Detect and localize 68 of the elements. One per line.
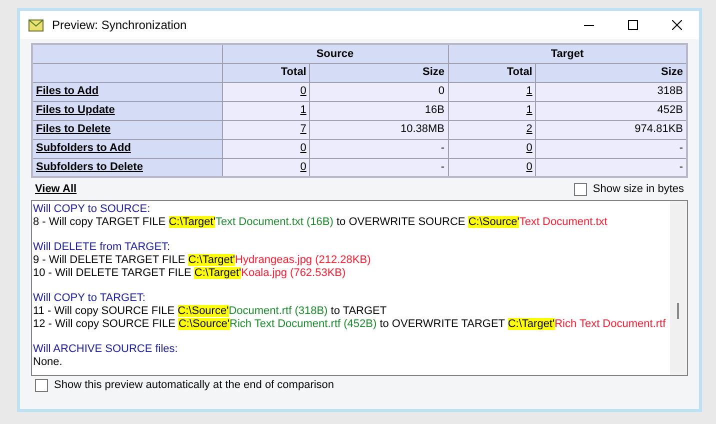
table-cell[interactable]: 0 xyxy=(222,139,310,158)
row-link[interactable]: Subfolders to Delete xyxy=(36,161,143,173)
row-link[interactable]: Files to Add xyxy=(36,85,99,98)
file-name: Rich Text Document.rtf xyxy=(554,318,666,330)
column-header: Total xyxy=(222,63,310,82)
log-text: None. xyxy=(33,356,62,368)
log-text: to OVERWRITE SOURCE xyxy=(335,216,466,228)
table-cell: 10.38MB xyxy=(310,120,448,139)
column-header: Total xyxy=(448,63,536,82)
log-text: 9 - Will DELETE TARGET FILE xyxy=(33,254,186,266)
group-header: Source xyxy=(222,44,448,63)
checkbox-label: Show this preview automatically at the end of comparison xyxy=(54,378,334,393)
file-name: Rich Text Document.rtf (452B) xyxy=(230,318,377,330)
table-cell[interactable]: 1 xyxy=(448,101,536,120)
log-text: 12 - Will copy SOURCE FILE xyxy=(33,318,176,330)
column-header: Size xyxy=(310,63,448,82)
minimize-icon xyxy=(584,24,594,26)
path-highlight: C:\Target' xyxy=(194,267,242,279)
scroll-thumb[interactable] xyxy=(677,303,679,319)
path-highlight: C:\Target' xyxy=(188,254,235,266)
table-cell[interactable]: 0 xyxy=(448,158,536,177)
log-text: to TARGET xyxy=(330,305,387,317)
table-cell: - xyxy=(536,139,687,158)
file-name: Text Document.txt (16B) xyxy=(215,216,334,228)
table-cell: 318B xyxy=(536,82,687,101)
table-cell[interactable]: 1 xyxy=(222,101,310,120)
path-highlight: C:\Source' xyxy=(178,305,229,317)
close-icon xyxy=(672,20,682,30)
view-all-link[interactable]: View All xyxy=(35,180,77,198)
table-cell[interactable]: 0 xyxy=(222,158,310,177)
table-cell: - xyxy=(310,139,448,158)
checkbox[interactable] xyxy=(35,378,48,392)
row-link[interactable]: Files to Update xyxy=(36,104,115,116)
path-highlight: C:\Source' xyxy=(468,216,520,228)
log-heading: Will ARCHIVE SOURCE files: xyxy=(33,343,179,356)
file-name: Koala.jpg (762.53KB) xyxy=(241,267,346,279)
file-name: Hydrangeas.jpg (212.28KB) xyxy=(235,254,371,266)
path-highlight: C:\Source' xyxy=(178,318,230,330)
log-heading: Will COPY to TARGET: xyxy=(33,292,146,305)
table-cell[interactable]: 0 xyxy=(448,139,536,158)
checkbox-label: Show size in bytes xyxy=(592,182,684,197)
log-text: 10 - Will DELETE TARGET FILE xyxy=(33,267,192,279)
table-cell[interactable]: 2 xyxy=(448,120,536,139)
table-cell: 16B xyxy=(310,101,448,120)
table-cell: 974.81KB xyxy=(536,120,687,139)
row-link[interactable]: Files to Delete xyxy=(36,123,111,136)
file-name: Document.rtf (318B) xyxy=(228,305,328,317)
table-cell: - xyxy=(310,158,448,177)
path-highlight: C:\Target' xyxy=(168,216,216,228)
table-cell[interactable]: 1 xyxy=(448,82,536,101)
checkbox[interactable] xyxy=(574,182,587,196)
log-text: to OVERWRITE TARGET xyxy=(378,318,506,330)
log-heading: Will COPY to SOURCE: xyxy=(33,203,152,216)
row-link[interactable]: Subfolders to Add xyxy=(36,142,131,154)
path-highlight: C:\Target' xyxy=(508,318,555,330)
file-name: Text Document.txt xyxy=(519,216,608,228)
log-text: 11 - Will copy SOURCE FILE xyxy=(33,305,176,317)
table-cell: - xyxy=(536,158,687,177)
table-cell[interactable]: 0 xyxy=(222,82,310,101)
envelope-icon xyxy=(28,18,44,32)
log-heading: Will DELETE from TARGET: xyxy=(33,241,172,254)
maximize-icon xyxy=(628,20,638,30)
window-title: Preview: Synchronization xyxy=(52,17,187,34)
scrollbar[interactable] xyxy=(670,201,687,375)
log-text: 8 - Will copy TARGET FILE xyxy=(33,216,167,228)
table-cell: 0 xyxy=(310,82,448,101)
table-cell[interactable]: 7 xyxy=(222,120,310,139)
table-cell: 452B xyxy=(536,101,687,120)
